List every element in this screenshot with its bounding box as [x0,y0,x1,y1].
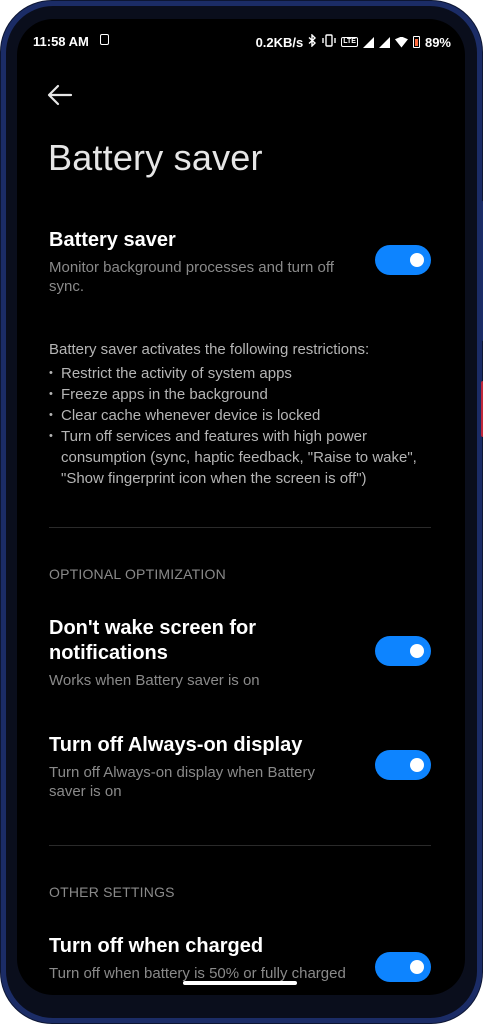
page-title: Battery saver [48,137,263,178]
list-item: Freeze apps in the background [49,384,439,405]
restrictions-intro: Battery saver activates the following re… [49,341,370,358]
wifi-icon [394,36,408,48]
turn-off-aod-description: Turn off Always-on display when Battery … [49,764,315,800]
list-item: Clear cache whenever device is locked [49,405,439,426]
dont-wake-screen-title: Don't wake screen for notifications [49,617,257,664]
toggle-knob [410,253,424,267]
signal-icon [362,36,374,48]
turn-off-when-charged-toggle[interactable] [375,952,431,982]
lock-icon [100,34,109,45]
signal-icon [378,36,390,48]
status-time: 11:58 AM [33,34,89,49]
back-button[interactable] [45,81,75,109]
battery-level: 89% [424,34,451,50]
status-icons: 0.2KB/s LTE 89% [255,33,451,50]
toggle-knob [410,758,424,772]
section-label-optional: OPTIONAL OPTIMIZATION [49,566,226,582]
lte-icon: LTE [341,37,358,47]
list-item: Turn off services and features with high… [49,426,439,489]
turn-off-when-charged-title: Turn off when charged [49,935,264,957]
restrictions-info: Battery saver activates the following re… [49,339,439,489]
divider [49,527,431,528]
status-bar: 11:58 AM 0.2KB/s LTE 89% [17,19,465,63]
battery-saver-description: Monitor background processes and turn of… [49,259,334,295]
battery-saver-toggle[interactable] [375,245,431,275]
divider [49,845,431,846]
battery-saver-title: Battery saver [49,229,176,251]
home-indicator[interactable] [183,981,297,985]
battery-icon [412,36,420,48]
dont-wake-screen-toggle[interactable] [375,636,431,666]
bluetooth-icon [308,33,317,50]
vibrate-icon [322,34,336,50]
net-speed: 0.2KB/s [255,34,304,50]
turn-off-aod-title: Turn off Always-on display [49,734,303,756]
toggle-knob [410,644,424,658]
turn-off-aod-toggle[interactable] [375,750,431,780]
list-item: Restrict the activity of system apps [49,363,439,384]
screen: 11:58 AM 0.2KB/s LTE 89% Battery saver B… [17,19,465,995]
toggle-knob [410,960,424,974]
dont-wake-screen-description: Works when Battery saver is on [49,672,260,689]
section-label-other: OTHER SETTINGS [49,884,175,900]
restrictions-list: Restrict the activity of system apps Fre… [49,363,439,489]
arrow-left-icon [47,84,73,106]
